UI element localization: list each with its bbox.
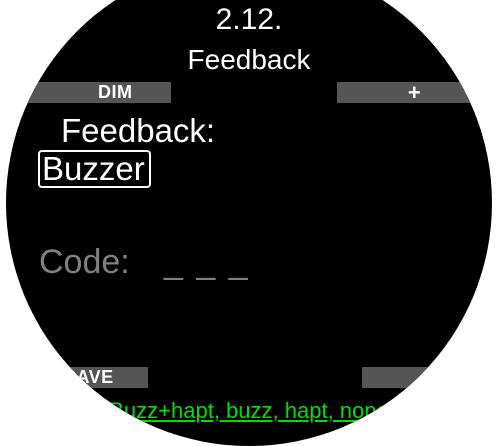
code-label: Code: — [39, 243, 130, 281]
menu-number: 2.12. — [215, 3, 283, 36]
options-hint: Buzz+hapt, buzz, hapt, none — [109, 398, 389, 423]
dim-button[interactable]: DIM — [6, 82, 171, 103]
increase-button[interactable]: + — [337, 80, 492, 105]
feedback-value-selector[interactable]: Buzzer — [38, 150, 151, 188]
save-button[interactable]: SAVE — [6, 367, 148, 388]
code-value: _ _ _ — [164, 243, 250, 281]
decrease-button[interactable]: − — [362, 365, 492, 390]
save-button-label: SAVE — [64, 367, 114, 387]
dim-button-label: DIM — [98, 82, 133, 102]
plus-icon: + — [407, 80, 422, 105]
dive-computer-screen: 2.12. Feedback DIM + Feedback: Buzzer Co… — [6, 0, 492, 446]
page-title: Feedback — [187, 44, 311, 75]
feedback-label: Feedback: — [61, 112, 216, 149]
minus-icon: − — [420, 365, 434, 390]
